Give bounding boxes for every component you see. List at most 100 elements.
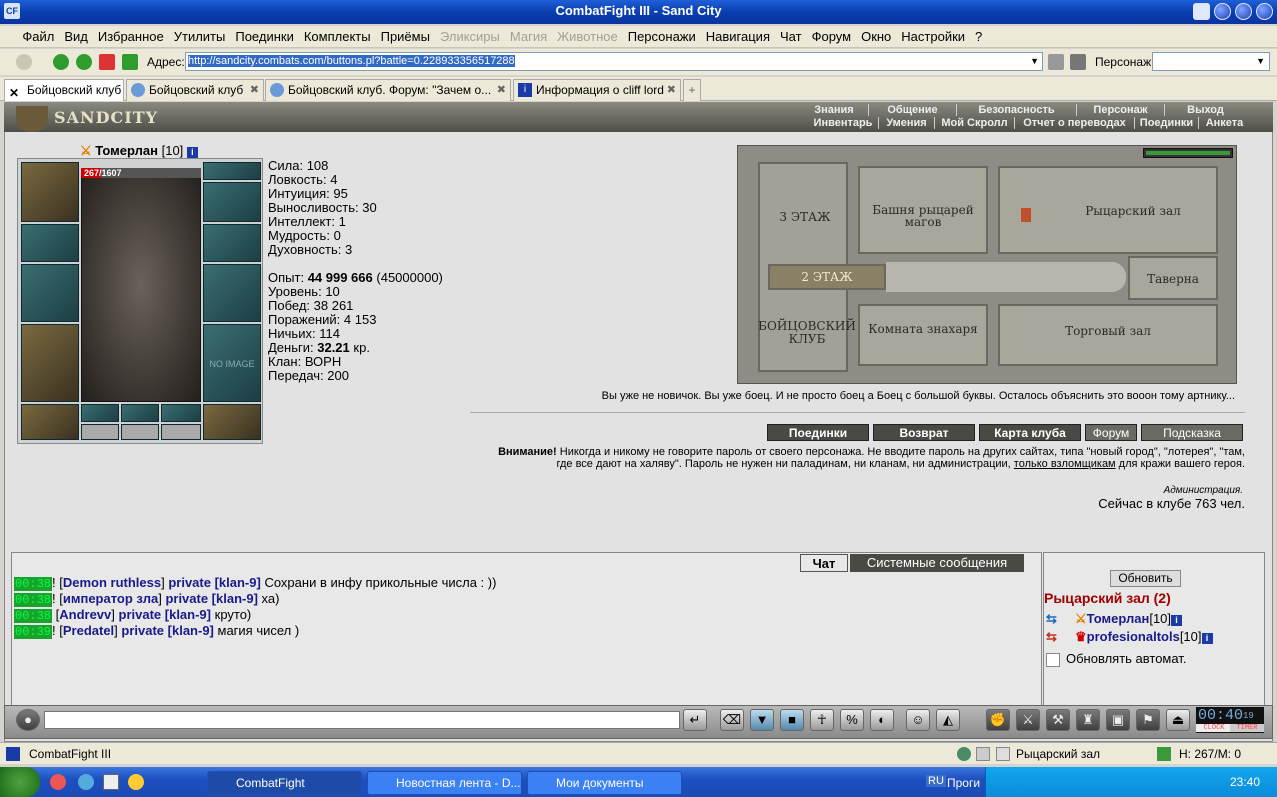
chevron-down-icon[interactable]: ▼ bbox=[1030, 53, 1039, 70]
tab-chat[interactable]: Чат bbox=[800, 554, 848, 572]
map-floor2[interactable]: 2 ЭТАЖ bbox=[768, 264, 886, 290]
map-tavern[interactable]: Таверна bbox=[1128, 256, 1218, 300]
lock-icon[interactable]: ▣ bbox=[1106, 709, 1130, 731]
chat-recipient[interactable]: private [klan-9] bbox=[119, 607, 211, 622]
chat-nick[interactable]: Demon ruthless bbox=[63, 575, 161, 590]
restore-icon[interactable] bbox=[1193, 3, 1210, 20]
nav-exit[interactable]: Выход bbox=[1164, 104, 1246, 116]
chat-time[interactable]: 00:39 bbox=[14, 625, 53, 639]
map-floor3[interactable]: 3 ЭТАЖ bbox=[768, 210, 842, 224]
menu-sets[interactable]: Комплекты bbox=[299, 26, 376, 48]
boots-slot[interactable] bbox=[203, 404, 261, 440]
helmet-slot[interactable] bbox=[21, 162, 79, 222]
menu-navigation[interactable]: Навигация bbox=[701, 26, 775, 48]
task-documents[interactable]: Мои документы bbox=[527, 771, 682, 795]
nav-inventory[interactable]: Инвентарь bbox=[808, 117, 878, 129]
flag-icon[interactable]: ⚑ bbox=[1136, 709, 1160, 731]
task-news[interactable]: Новостная лента - D... bbox=[367, 771, 522, 795]
chat-recipient[interactable]: private [klan-9] bbox=[165, 591, 257, 606]
attack-icon[interactable]: ⇆ bbox=[1046, 629, 1057, 644]
person-icon[interactable]: ☥ bbox=[810, 709, 834, 731]
nav-skills[interactable]: Умения bbox=[878, 117, 934, 129]
auto-refresh-checkbox[interactable] bbox=[1046, 652, 1060, 667]
exit-icon[interactable]: ⏏ bbox=[1166, 709, 1190, 731]
empty-slot[interactable] bbox=[161, 424, 201, 440]
chat-recipient[interactable]: private [klan-9] bbox=[168, 575, 260, 590]
nav-profile[interactable]: Анкета bbox=[1198, 117, 1250, 129]
empty-slot[interactable] bbox=[81, 424, 119, 440]
info-icon[interactable]: i bbox=[186, 147, 198, 158]
attack-icon[interactable]: ⇆ bbox=[1046, 611, 1057, 626]
location-icon[interactable] bbox=[996, 747, 1010, 761]
duels-button[interactable]: Поединки bbox=[767, 424, 869, 441]
chat-time[interactable]: 00:38 bbox=[14, 609, 53, 623]
fist-icon[interactable]: ✊ bbox=[986, 709, 1010, 731]
menu-settings[interactable]: Настройки bbox=[896, 26, 970, 48]
nav-transfer-report[interactable]: Отчет о переводах bbox=[1014, 117, 1134, 129]
menu-view[interactable]: Вид bbox=[59, 26, 93, 48]
nav-character[interactable]: Персонаж bbox=[1076, 104, 1164, 116]
tab-fight-club-2[interactable]: Бойцовский клуб ✖ bbox=[126, 79, 264, 101]
menu-help[interactable]: ? bbox=[970, 26, 987, 48]
menu-forum[interactable]: Форум bbox=[807, 26, 857, 48]
armor-slot[interactable] bbox=[21, 324, 79, 402]
forward-icon[interactable] bbox=[76, 54, 92, 70]
menu-duels[interactable]: Поединки bbox=[230, 26, 299, 48]
map-trade[interactable]: Торговый зал bbox=[998, 304, 1218, 366]
club-map-button[interactable]: Карта клуба bbox=[979, 424, 1081, 441]
task-combatfight[interactable]: CombatFight bbox=[207, 771, 362, 795]
nav-my-scroll[interactable]: Мой Скролл bbox=[934, 117, 1014, 129]
menu-file[interactable]: Файл bbox=[17, 26, 59, 48]
chat-input[interactable] bbox=[44, 711, 680, 729]
chat-nick[interactable]: Predatel bbox=[63, 623, 114, 638]
chat-nick[interactable]: Andrevv bbox=[59, 607, 111, 622]
new-tab-button[interactable]: + bbox=[683, 79, 701, 101]
map-tower[interactable]: Башня рыцарей магов bbox=[858, 166, 988, 254]
player-name[interactable]: profesionaltols bbox=[1087, 629, 1180, 644]
map-healer[interactable]: Комната знахаря bbox=[858, 304, 988, 366]
bracer-slot[interactable] bbox=[21, 224, 79, 262]
menu-chat[interactable]: Чат bbox=[775, 26, 807, 48]
rune-slot[interactable] bbox=[161, 404, 201, 422]
refresh-button[interactable]: Обновить bbox=[1110, 570, 1181, 587]
close-tab-icon[interactable]: ✖ bbox=[667, 80, 676, 100]
send-icon[interactable]: ↵ bbox=[683, 709, 707, 731]
menu-magic[interactable]: Магия bbox=[505, 26, 552, 48]
weapon-right-slot[interactable] bbox=[203, 264, 261, 322]
language-indicator[interactable]: RU bbox=[926, 775, 946, 787]
player-name[interactable]: Томерлан bbox=[1087, 611, 1150, 626]
speed-icon[interactable]: ◐ bbox=[870, 709, 894, 731]
save-icon[interactable]: ■ bbox=[780, 709, 804, 731]
maximize-button[interactable] bbox=[1235, 3, 1252, 20]
chat-time[interactable]: 00:38 bbox=[14, 593, 53, 607]
menu-utilities[interactable]: Утилиты bbox=[169, 26, 231, 48]
opera-icon[interactable] bbox=[50, 774, 66, 790]
weapon-left-slot[interactable] bbox=[21, 264, 79, 322]
close-tab-icon[interactable]: ✖ bbox=[250, 80, 259, 100]
minimize-button[interactable] bbox=[1214, 3, 1231, 20]
tray-clock[interactable]: 23:40 bbox=[1230, 767, 1260, 797]
map-club[interactable]: БОЙЦОВСКИЙ КЛУБ bbox=[758, 320, 856, 346]
amulet-slot[interactable] bbox=[203, 182, 261, 222]
tab-system-messages[interactable]: Системные сообщения bbox=[850, 554, 1024, 572]
filter-icon[interactable]: ▼ bbox=[750, 709, 774, 731]
menu-techniques[interactable]: Приёмы bbox=[376, 26, 435, 48]
menu-window[interactable]: Окно bbox=[856, 26, 896, 48]
rune-slot[interactable] bbox=[81, 404, 119, 422]
belt-slot[interactable] bbox=[21, 404, 79, 440]
address-input[interactable]: http://sandcity.combats.com/buttons.pl?b… bbox=[185, 52, 1043, 71]
eraser-icon[interactable]: ⌫ bbox=[720, 709, 744, 731]
tab-fight-club-1[interactable]: ✕ Бойцовский клуб bbox=[4, 79, 124, 101]
go-icon[interactable] bbox=[1070, 54, 1086, 70]
refresh-status-icon[interactable] bbox=[957, 747, 971, 761]
chat-nick[interactable]: император зла bbox=[63, 591, 158, 606]
timer-tab[interactable]: TIMER bbox=[1230, 724, 1264, 732]
tab-info[interactable]: i Информация о cliff lord ✖ bbox=[513, 79, 681, 101]
nav-knowledge[interactable]: Знания bbox=[800, 104, 868, 116]
start-button[interactable] bbox=[0, 767, 40, 797]
trophy-icon[interactable]: ♜ bbox=[1076, 709, 1100, 731]
smiley-dark-icon[interactable]: ● bbox=[16, 709, 40, 731]
nav-duels[interactable]: Поединки bbox=[1134, 117, 1198, 129]
cf-quick-icon[interactable] bbox=[103, 774, 119, 790]
progs-toolbar[interactable]: Проги bbox=[947, 776, 980, 790]
